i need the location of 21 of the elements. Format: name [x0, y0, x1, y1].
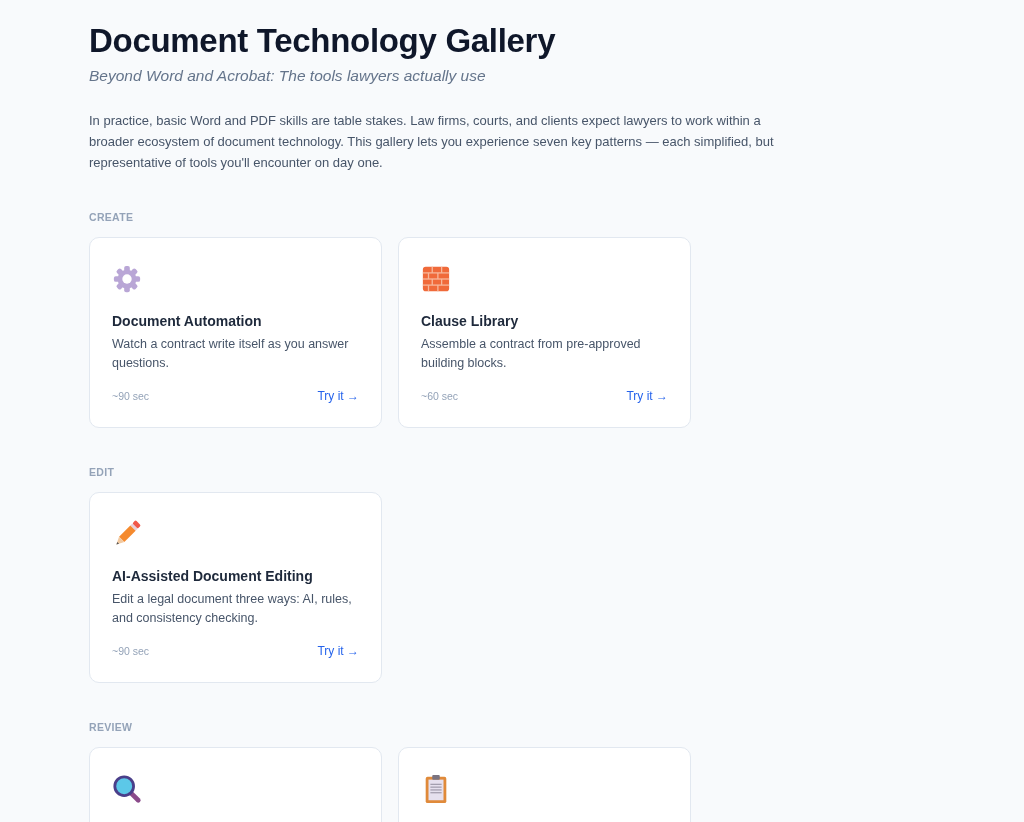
card-description: Edit a legal document three ways: AI, rules, and consistency checking. [112, 591, 353, 627]
card-title: Clause Library [421, 313, 519, 329]
section-label: EDIT [89, 466, 116, 478]
card-description: Watch a contract write itself as you answer questions. [112, 336, 350, 372]
try-it-link[interactable]: Try it → [317, 389, 359, 403]
duration-label: ~90 sec [112, 390, 150, 402]
gear-icon [112, 264, 142, 294]
duration-label: ~90 sec [112, 645, 150, 657]
card-description: Assemble a contract from pre-approved building blocks. [421, 336, 642, 372]
page-subtitle: Beyond Word and Acrobat: The tools lawyers actually use [89, 67, 487, 85]
try-it-link[interactable]: Try it → [626, 389, 668, 403]
duration-label: ~60 sec [421, 390, 459, 402]
section-label: REVIEW [89, 721, 134, 733]
search-icon [112, 774, 142, 804]
try-it-link[interactable]: Try it → [317, 644, 359, 658]
page-title: Document Technology Gallery [89, 22, 557, 60]
card-title: AI-Assisted Document Editing [112, 568, 313, 584]
brick-wall-icon [421, 264, 451, 294]
intro-paragraph: In practice, basic Word and PDF skills are table stakes. Law firms, courts, and clients expect lawyers to work within a broader ecosystem of document technology. This gallery lets you experience seven key patterns — each simplified, but representative of tools you'll encounter on day one. [89, 112, 775, 172]
section-label: CREATE [89, 211, 135, 223]
card-title: Document Automation [112, 313, 262, 329]
